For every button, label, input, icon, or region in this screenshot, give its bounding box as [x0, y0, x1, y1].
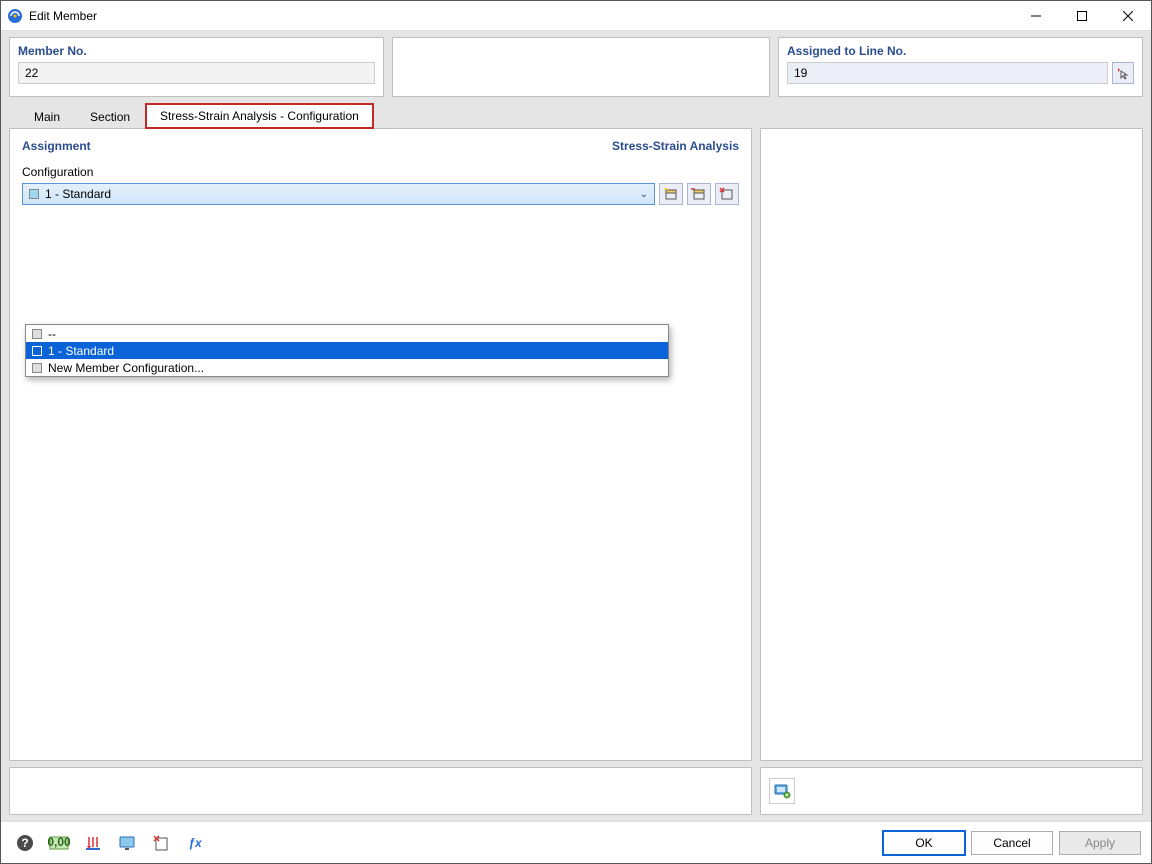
- close-button[interactable]: [1105, 1, 1151, 31]
- tab-section[interactable]: Section: [75, 104, 145, 129]
- main-row: Assignment Stress-Strain Analysis Config…: [1, 129, 1151, 821]
- maximize-button[interactable]: [1059, 1, 1105, 31]
- member-no-box: Member No.: [9, 37, 384, 97]
- function-button[interactable]: ƒx: [181, 830, 209, 856]
- delete-icon: [719, 187, 735, 201]
- assigned-line-box: Assigned to Line No.: [778, 37, 1143, 97]
- left-panel: Assignment Stress-Strain Analysis Config…: [9, 129, 752, 815]
- dialog-window: Edit Member Member No. Assigned to Line …: [0, 0, 1152, 864]
- dropdown-item-standard[interactable]: 1 - Standard: [26, 342, 668, 359]
- swatch-icon: [32, 329, 42, 339]
- right-panel: [760, 129, 1143, 815]
- cancel-button[interactable]: Cancel: [971, 831, 1053, 855]
- edit-config-button[interactable]: [687, 183, 711, 205]
- help-icon: ?: [15, 833, 35, 853]
- chevron-down-icon: ⌄: [640, 189, 648, 200]
- configuration-row: 1 - Standard ⌄: [22, 183, 739, 205]
- dropdown-item-label: New Member Configuration...: [48, 361, 204, 375]
- ok-button[interactable]: OK: [883, 831, 965, 855]
- assignment-panel: Assignment Stress-Strain Analysis Config…: [9, 128, 752, 761]
- apply-button: Apply: [1059, 831, 1141, 855]
- display-icon: [773, 782, 791, 800]
- top-row: Member No. Assigned to Line No.: [1, 31, 1151, 101]
- app-icon: [7, 8, 23, 24]
- swatch-icon: [32, 346, 42, 356]
- load-icon: [83, 833, 103, 853]
- configuration-dropdown: -- 1 - Standard New Member Configuration…: [25, 324, 669, 377]
- load-case-button[interactable]: [79, 830, 107, 856]
- titlebar: Edit Member: [1, 1, 1151, 31]
- remove-icon: [151, 833, 171, 853]
- content-area: Member No. Assigned to Line No.: [1, 31, 1151, 821]
- cursor-pick-icon: [1116, 66, 1130, 80]
- dropdown-item-label: --: [48, 327, 56, 341]
- configuration-label: Configuration: [22, 165, 739, 179]
- function-icon: ƒx: [185, 833, 205, 853]
- svg-text:0,00: 0,00: [48, 835, 70, 849]
- monitor-icon: [117, 833, 137, 853]
- combo-color-swatch: [29, 189, 39, 199]
- tabs-row: Main Section Stress-Strain Analysis - Co…: [1, 101, 1151, 129]
- edit-icon: [691, 187, 707, 201]
- help-button[interactable]: ?: [11, 830, 39, 856]
- member-no-input[interactable]: [18, 62, 375, 84]
- minimize-button[interactable]: [1013, 1, 1059, 31]
- configuration-combo[interactable]: 1 - Standard ⌄: [22, 183, 655, 205]
- render-button[interactable]: [113, 830, 141, 856]
- dropdown-item-empty[interactable]: --: [26, 325, 668, 342]
- units-icon: 0,00: [48, 833, 70, 853]
- stress-strain-title: Stress-Strain Analysis: [612, 139, 739, 153]
- preview-toolbar: [760, 767, 1143, 815]
- pick-line-button[interactable]: [1112, 62, 1134, 84]
- preview-panel: [760, 128, 1143, 761]
- svg-text:?: ?: [21, 836, 28, 850]
- left-status-panel: [9, 767, 752, 815]
- combo-value: 1 - Standard: [45, 187, 111, 201]
- member-no-label: Member No.: [18, 44, 375, 58]
- assigned-line-label: Assigned to Line No.: [787, 44, 1134, 58]
- spacer-box: [392, 37, 770, 97]
- new-config-button[interactable]: [659, 183, 683, 205]
- preview-settings-button[interactable]: [769, 778, 795, 804]
- delete-config-button[interactable]: [715, 183, 739, 205]
- assignment-title: Assignment: [22, 139, 91, 153]
- window-controls: [1013, 1, 1151, 31]
- svg-text:ƒx: ƒx: [188, 836, 203, 850]
- units-button[interactable]: 0,00: [45, 830, 73, 856]
- dropdown-item-new[interactable]: New Member Configuration...: [26, 359, 668, 376]
- tab-stress-strain[interactable]: Stress-Strain Analysis - Configuration: [145, 103, 374, 129]
- dropdown-item-label: 1 - Standard: [48, 344, 114, 358]
- window-title: Edit Member: [29, 9, 1013, 23]
- remove-button[interactable]: [147, 830, 175, 856]
- new-icon: [663, 187, 679, 201]
- tab-main[interactable]: Main: [19, 104, 75, 129]
- swatch-icon: [32, 363, 42, 373]
- assigned-line-input[interactable]: [787, 62, 1108, 84]
- footer: ? 0,00: [1, 821, 1151, 863]
